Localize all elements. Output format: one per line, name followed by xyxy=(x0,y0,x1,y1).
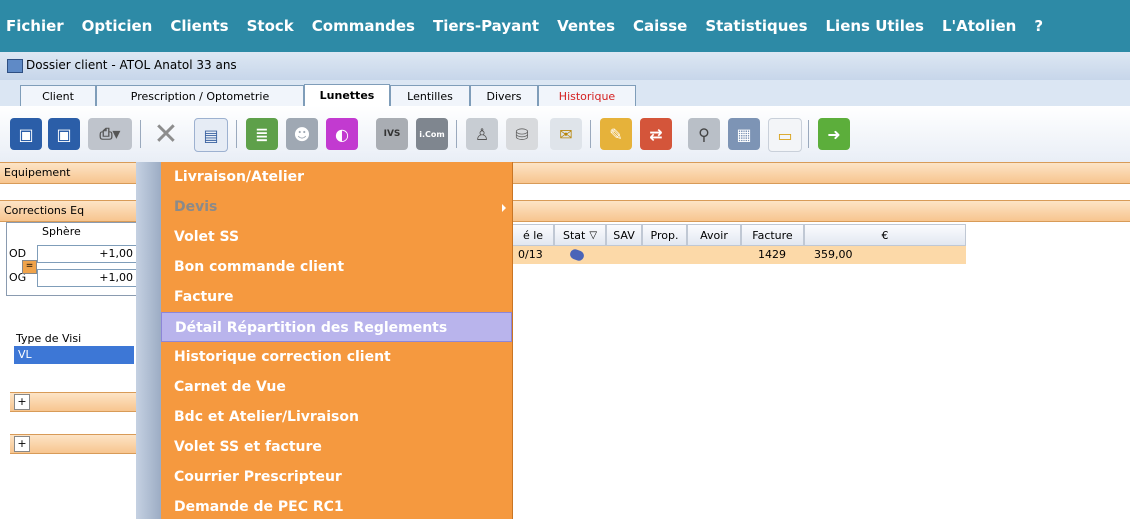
row-date: 0/13 xyxy=(518,248,543,261)
save-icon[interactable]: ▣ xyxy=(10,118,42,150)
menu-statistiques[interactable]: Statistiques xyxy=(705,17,807,35)
edit-icon[interactable]: ✎ xyxy=(600,118,632,150)
print-dropdown-menu: Livraison/Atelier Devis Volet SS Bon com… xyxy=(136,162,513,519)
menu-item-bdc-atelier-livraison[interactable]: Bdc et Atelier/Livraison xyxy=(161,402,512,432)
menu-item-devis[interactable]: Devis xyxy=(161,192,512,222)
menu-item-courrier-prescripteur[interactable]: Courrier Prescripteur xyxy=(161,462,512,492)
calculator-icon[interactable]: ▦ xyxy=(728,118,760,150)
window-titlebar: Dossier client - ATOL Anatol 33 ans xyxy=(0,52,1130,81)
expand-button[interactable]: + xyxy=(14,436,30,452)
menu-liens-utiles[interactable]: Liens Utiles xyxy=(826,17,924,35)
menu-commandes[interactable]: Commandes xyxy=(312,17,415,35)
user-icon[interactable]: ♙ xyxy=(466,118,498,150)
icom-icon[interactable]: i.Com xyxy=(416,118,448,150)
menu-caisse[interactable]: Caisse xyxy=(633,17,687,35)
equipment-grid: é le Stat ▽ SAV Prop. Avoir Facture € 0/1… xyxy=(512,224,972,268)
tab-client[interactable]: Client xyxy=(20,85,96,106)
transfer-icon[interactable]: ⇄ xyxy=(640,118,672,150)
print-icon[interactable]: ⎙▾ xyxy=(88,118,132,150)
row-amount: 359,00 xyxy=(814,248,853,261)
col-stat-label: Stat xyxy=(562,228,586,242)
delete-icon[interactable]: ✕ xyxy=(150,117,182,152)
icom-label: i.Com xyxy=(419,129,445,139)
menu-opticien[interactable]: Opticien xyxy=(82,17,153,35)
table-row[interactable]: 0/13 1429 359,00 xyxy=(512,246,966,264)
menu-item-demande-pec-rc1[interactable]: Demande de PEC RC1 xyxy=(161,492,512,519)
tab-strip: Client Prescription / Optometrie Lunette… xyxy=(0,80,1130,106)
tab-historique[interactable]: Historique xyxy=(538,85,636,106)
menu-clients[interactable]: Clients xyxy=(170,17,228,35)
col-avoir-header[interactable]: Avoir xyxy=(687,224,741,246)
menu-stock[interactable]: Stock xyxy=(247,17,294,35)
people-icon[interactable]: ☻ xyxy=(286,118,318,150)
toolbar-separator xyxy=(140,120,141,148)
status-icon xyxy=(568,247,586,263)
list-icon[interactable]: ≣ xyxy=(246,118,278,150)
window-icon xyxy=(7,59,23,73)
menu-item-carnet-de-vue[interactable]: Carnet de Vue xyxy=(161,372,512,402)
tab-prescription[interactable]: Prescription / Optometrie xyxy=(96,85,304,106)
sphere-label: Sphère xyxy=(42,225,81,238)
tab-divers[interactable]: Divers xyxy=(470,85,538,106)
equipement-label: Equipement xyxy=(4,166,71,179)
col-amount-header[interactable]: € xyxy=(804,224,966,246)
toolbar-separator xyxy=(590,120,591,148)
col-date-header[interactable]: é le xyxy=(512,224,554,246)
toolbar: ▣ ▣ ⎙▾ ✕ ▤ ≣ ☻ ◐ IVS i.Com ♙ ⛁ ✉ ✎ ⇄ ⚲ ▦… xyxy=(0,106,1130,163)
toolbar-separator xyxy=(236,120,237,148)
od-label: OD xyxy=(9,247,27,260)
type-vision-select[interactable]: VL xyxy=(14,346,134,364)
row-facture: 1429 xyxy=(758,248,786,261)
card-icon[interactable]: ◐ xyxy=(326,118,358,150)
tab-lunettes[interactable]: Lunettes xyxy=(304,84,390,106)
exit-icon[interactable]: ➜ xyxy=(818,118,850,150)
save-as-icon[interactable]: ▣ xyxy=(48,118,80,150)
expand-button[interactable]: + xyxy=(14,394,30,410)
og-sphere-field[interactable]: +1,00 xyxy=(37,269,137,287)
menu-fichier[interactable]: Fichier xyxy=(6,17,64,35)
col-stat-header[interactable]: Stat ▽ xyxy=(554,224,606,246)
menu-icon-strip xyxy=(136,162,161,519)
search-icon[interactable]: ⚲ xyxy=(688,118,720,150)
menu-item-detail-repartition[interactable]: Détail Répartition des Reglements xyxy=(161,312,512,342)
main-menubar: Fichier Opticien Clients Stock Commandes… xyxy=(0,0,1130,52)
menu-ventes[interactable]: Ventes xyxy=(557,17,615,35)
menu-tiers-payant[interactable]: Tiers-Payant xyxy=(433,17,539,35)
menu-item-historique-correction[interactable]: Historique correction client xyxy=(161,342,512,372)
ivs-icon[interactable]: IVS xyxy=(376,118,408,150)
envelope-icon[interactable]: ✉ xyxy=(550,118,582,150)
menu-item-bon-commande-client[interactable]: Bon commande client xyxy=(161,252,512,282)
document-icon[interactable]: ▤ xyxy=(194,118,228,152)
od-sphere-field[interactable]: +1,00 xyxy=(37,245,137,263)
toolbar-separator xyxy=(808,120,809,148)
tab-lentilles[interactable]: Lentilles xyxy=(390,85,470,106)
ivs-label: IVS xyxy=(383,129,401,139)
menu-latolien[interactable]: L'Atolien xyxy=(942,17,1016,35)
filter-icon[interactable]: ▽ xyxy=(589,230,597,241)
bag-icon[interactable]: ⛁ xyxy=(506,118,538,150)
type-vision-label: Type de Visi xyxy=(16,332,82,345)
submenu-arrow-icon xyxy=(502,204,506,212)
menu-item-facture[interactable]: Facture xyxy=(161,282,512,312)
col-sav-header[interactable]: SAV xyxy=(606,224,642,246)
col-facture-header[interactable]: Facture xyxy=(741,224,804,246)
corrections-panel: Sphère OD OG +1,00 +1,00 = xyxy=(6,222,138,296)
menu-item-volet-ss[interactable]: Volet SS xyxy=(161,222,512,252)
menu-help[interactable]: ? xyxy=(1034,17,1043,35)
col-prop-header[interactable]: Prop. xyxy=(642,224,687,246)
corrections-label: Corrections Eq xyxy=(4,204,85,217)
report-icon[interactable]: ▭ xyxy=(768,118,802,152)
menu-item-devis-label: Devis xyxy=(174,199,218,215)
menu-item-volet-ss-facture[interactable]: Volet SS et facture xyxy=(161,432,512,462)
copy-od-og-button[interactable]: = xyxy=(22,260,37,274)
menu-item-livraison-atelier[interactable]: Livraison/Atelier xyxy=(161,162,512,192)
window-title: Dossier client - ATOL Anatol 33 ans xyxy=(26,58,237,72)
toolbar-separator xyxy=(456,120,457,148)
